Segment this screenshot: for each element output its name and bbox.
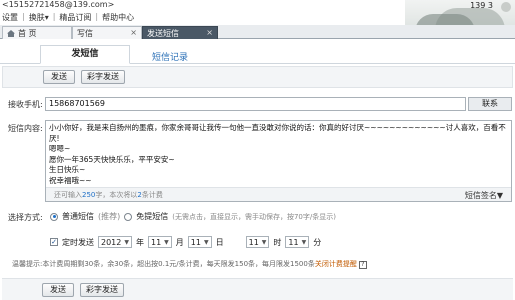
divider: | <box>22 12 25 21</box>
free-sms-note: (无需点击，直接显示，需手动保存，按70字/条显示) <box>172 212 336 221</box>
billing-tip: 温馨提示:本计费周期剩30条，余30条，超出按0.1元/条计费，每天限发150条… <box>12 259 367 269</box>
brand-id: 139 3 <box>470 1 493 10</box>
hour-select[interactable]: 11 ▼ <box>245 236 270 248</box>
chevron-down-icon: ▼ <box>301 238 307 246</box>
header-scenery: 139 3 <box>405 0 515 28</box>
send-button-bottom[interactable]: 发送 <box>42 283 74 297</box>
message-box[interactable]: 小小你好，我是来自扬州的墨痕，你家余哥哥让我传一句他一直没敢对你说的话：你真的好… <box>45 120 512 202</box>
hour-unit: 时 <box>273 237 282 247</box>
normal-sms-note: (推荐) <box>98 212 121 221</box>
schedule-checkbox[interactable]: ✓ <box>50 238 58 246</box>
send-button[interactable]: 发送 <box>43 70 75 84</box>
tab-compose-label: 写信 <box>77 28 93 38</box>
remaining-count: 还可输入250字，本次将以2条计费 <box>54 191 163 199</box>
help-link[interactable]: 帮助中心 <box>102 12 134 23</box>
tab-home[interactable]: 首 页 <box>2 26 72 39</box>
tab-send-sms[interactable]: 发送短信 × <box>142 26 218 39</box>
message-footer: 还可输入250字，本次将以2条计费 短信签名▼ <box>46 187 511 201</box>
chevron-down-icon: ▼ <box>203 238 209 246</box>
day-unit: 日 <box>215 237 224 247</box>
schedule-label[interactable]: 定时发送 <box>62 237 94 248</box>
chevron-down-icon: ▼ <box>164 238 169 246</box>
billing-tip-text: 温馨提示:本计费周期剩30条，余30条，超出按0.1元/条计费，每天限发150条… <box>12 260 315 268</box>
send-mode-options: 普通短信 (推荐) 免提短信 (无需点击，直接显示，需手动保存，按70字/条显示… <box>50 211 336 222</box>
chevron-down-icon: ▼ <box>124 238 129 246</box>
chevron-down-icon: ▼ <box>261 238 267 246</box>
top-links: 设置 | 换肤▾ | 精品订阅 | 帮助中心 <box>2 12 134 23</box>
subtab-sms-record[interactable]: 短信记录 <box>152 50 188 63</box>
close-icon[interactable]: × <box>130 28 137 37</box>
color-send-button-bottom[interactable]: 彩字发送 <box>80 283 124 297</box>
subscription-link[interactable]: 精品订阅 <box>59 12 91 23</box>
tab-bar: 首 页 写信 × 发送短信 × <box>0 25 515 39</box>
sub-tabs: 发短信 短信记录 <box>0 40 515 64</box>
tab-home-label: 首 页 <box>18 28 37 38</box>
close-billing-reminder-link[interactable]: 关闭计费提醒 <box>315 260 357 268</box>
home-icon <box>7 29 15 37</box>
year-select[interactable]: 2012 ▼ <box>98 236 132 248</box>
top-header: <15152721458@139.com> 设置 | 换肤▾ | 精品订阅 | … <box>0 0 515 28</box>
minute-unit: 分 <box>313 237 322 247</box>
minute-select[interactable]: 11 ▼ <box>285 236 310 248</box>
subtab-send-sms[interactable]: 发短信 <box>40 45 130 64</box>
content-label: 短信内容: <box>8 124 43 133</box>
month-unit: 月 <box>175 237 184 247</box>
bottom-toolbar: 发送 彩字发送 <box>2 278 513 300</box>
free-sms-radio[interactable] <box>124 212 133 221</box>
top-toolbar: 发送 彩字发送 <box>2 66 513 88</box>
close-icon[interactable]: × <box>206 28 213 37</box>
normal-sms-radio[interactable] <box>50 212 58 221</box>
settings-link[interactable]: 设置 <box>2 12 18 23</box>
schedule-row: ✓ 定时发送 2012 ▼ 年 11 ▼ 月 11 ▼ 日 11 ▼ 时 11 ▼ 分 <box>50 236 321 248</box>
tab-send-sms-label: 发送短信 <box>147 28 179 38</box>
send-mode-label: 选择方式: <box>8 213 43 222</box>
scenery-moon <box>501 2 511 12</box>
account-email: <15152721458@139.com> <box>2 0 115 9</box>
divider: | <box>52 12 56 21</box>
recipient-label: 接收手机: <box>8 100 43 109</box>
contacts-button[interactable]: 联系 <box>468 97 512 111</box>
divider: | <box>95 12 99 21</box>
tab-compose[interactable]: 写信 × <box>72 26 142 39</box>
day-select[interactable]: 11 ▼ <box>187 236 212 248</box>
free-sms-label[interactable]: 免提短信 <box>136 211 168 222</box>
recipient-input[interactable]: 15868701569 <box>45 97 466 111</box>
skin-link[interactable]: 换肤▾ <box>29 12 49 23</box>
message-textarea[interactable]: 小小你好，我是来自扬州的墨痕，你家余哥哥让我传一句他一直没敢对你说的话：你真的好… <box>49 123 509 186</box>
month-select[interactable]: 11 ▼ <box>147 236 172 248</box>
signature-dropdown[interactable]: 短信签名▼ <box>465 190 503 201</box>
help-icon[interactable]: ? <box>358 261 367 269</box>
normal-sms-label[interactable]: 普通短信 <box>62 211 94 222</box>
year-unit: 年 <box>135 237 144 247</box>
color-send-button[interactable]: 彩字发送 <box>81 70 125 84</box>
